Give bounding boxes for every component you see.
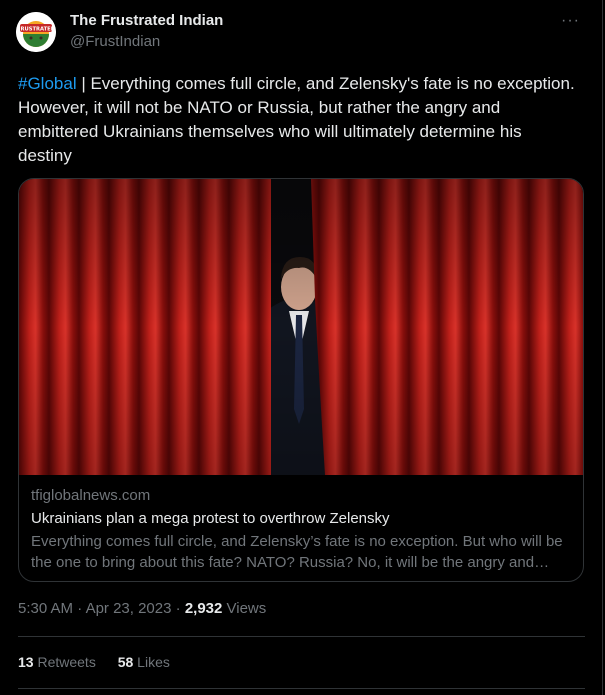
views-label: Views <box>222 600 267 617</box>
tweet-date[interactable]: Apr 23, 2023 <box>86 600 172 617</box>
divider <box>18 636 585 637</box>
retweets-stat[interactable]: 13 Retweets <box>18 654 96 670</box>
tweet-text: #Global | Everything comes full circle, … <box>18 72 578 168</box>
tweet-meta: 5:30 AM · Apr 23, 2023 · 2,932 Views <box>18 600 266 617</box>
engagement-stats: 13 Retweets 58 Likes <box>18 654 188 670</box>
card-info: tfiglobalnews.com Ukrainians plan a mega… <box>31 486 571 573</box>
retweets-label: Retweets <box>33 654 96 670</box>
meta-separator-2: · <box>171 600 185 617</box>
likes-stat[interactable]: 58 Likes <box>118 654 170 670</box>
retweets-count: 13 <box>18 654 34 670</box>
author-handle[interactable]: @FrustIndian <box>70 33 160 50</box>
tweet-body: | Everything comes full circle, and Zele… <box>18 74 575 165</box>
likes-label: Likes <box>133 654 170 670</box>
avatar-logo-text: FRUSTRATED <box>17 27 56 33</box>
tweet-time[interactable]: 5:30 AM <box>18 600 73 617</box>
link-card[interactable]: tfiglobalnews.com Ukrainians plan a mega… <box>18 178 584 582</box>
card-image <box>19 179 583 475</box>
meta-separator: · <box>73 600 86 617</box>
divider <box>18 688 585 689</box>
card-title: Ukrainians plan a mega protest to overth… <box>31 510 390 527</box>
card-description: Everything comes full circle, and Zelens… <box>31 533 563 571</box>
hashtag-link[interactable]: #Global <box>18 74 77 93</box>
tweet-container: FRUSTRATED The Frustrated Indian @FrustI… <box>0 0 603 695</box>
likes-count: 58 <box>117 654 134 670</box>
author-name[interactable]: The Frustrated Indian <box>70 12 223 29</box>
views-count: 2,932 <box>184 600 223 617</box>
avatar[interactable]: FRUSTRATED <box>16 12 56 52</box>
more-options-icon[interactable]: ··· <box>561 12 580 30</box>
card-domain: tfiglobalnews.com <box>31 487 151 504</box>
